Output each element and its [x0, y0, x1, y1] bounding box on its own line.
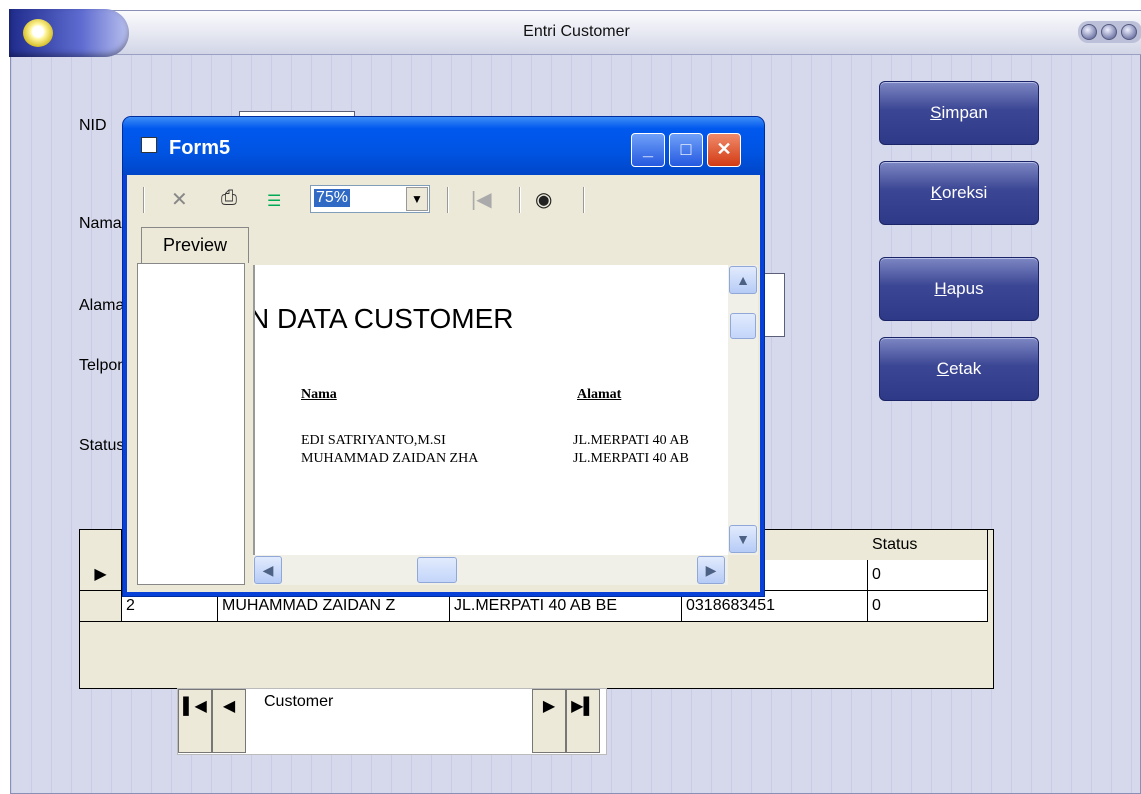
- minimize-icon[interactable]: [1081, 24, 1097, 40]
- scroll-up-icon[interactable]: ▲: [729, 266, 757, 294]
- tab-preview[interactable]: Preview: [141, 227, 249, 263]
- vertical-scrollbar[interactable]: ▲ ▼: [728, 265, 758, 555]
- toolbar-separator: [519, 187, 521, 213]
- zoom-value: 75%: [314, 189, 351, 207]
- last-record-button[interactable]: ▶▌: [566, 689, 600, 753]
- label-nid: NID: [79, 117, 107, 134]
- report-preview: N DATA CUSTOMER Nama Alamat EDI SATRIYAN…: [253, 265, 728, 555]
- report-header-nama: Nama: [301, 387, 337, 402]
- horizontal-scroll-thumb[interactable]: [417, 557, 457, 583]
- report-title: N DATA CUSTOMER: [253, 303, 514, 334]
- form5-title: Form5: [169, 137, 231, 159]
- chevron-down-icon[interactable]: ▼: [406, 187, 428, 211]
- scroll-right-icon[interactable]: ▶: [697, 556, 725, 584]
- label-status: Status: [79, 437, 125, 454]
- vertical-scroll-thumb[interactable]: [730, 313, 756, 339]
- scroll-left-icon[interactable]: ◀: [254, 556, 282, 584]
- grid-header-status[interactable]: Status: [868, 530, 988, 561]
- label-telpon: Telpon: [79, 357, 127, 374]
- report-cell-alamat: JL.MERPATI 40 AB: [573, 433, 689, 448]
- row-selector-icon[interactable]: ▶: [80, 560, 122, 591]
- system-menu-orb[interactable]: [9, 9, 129, 57]
- form5-window: Form5 _ □ ✕ ✕ ⎙ ☰ 75% ▼ |◀ ◉ Preview N D…: [123, 117, 764, 596]
- report-cell-alamat: JL.MERPATI 40 AB: [573, 451, 689, 466]
- toolbar-separator: [583, 187, 585, 213]
- record-navigator: ▌◀ ◀ Customer ▶ ▶▌: [177, 688, 607, 755]
- print-icon[interactable]: ⎙: [221, 187, 237, 210]
- label-nama: Nama: [79, 215, 122, 232]
- scroll-down-icon[interactable]: ▼: [729, 525, 757, 553]
- first-page-icon[interactable]: |◀: [471, 187, 492, 212]
- report-cell-nama: EDI SATRIYANTO,M.SI: [301, 433, 446, 448]
- group-tree-icon[interactable]: ☰: [267, 191, 281, 211]
- simpan-button[interactable]: Simpan: [879, 81, 1039, 145]
- koreksi-button[interactable]: Koreksi: [879, 161, 1039, 225]
- toolbar-separator: [447, 187, 449, 213]
- preview-toolbar: ✕ ⎙ ☰ 75% ▼ |◀ ◉: [127, 175, 760, 227]
- report-cell-nama: MUHAMMAD ZAIDAN ZHA: [301, 451, 479, 466]
- report-header-alamat: Alamat: [577, 387, 622, 402]
- close-icon[interactable]: [1121, 24, 1137, 40]
- maximize-button[interactable]: □: [669, 133, 703, 167]
- title-bar: Entri Customer: [11, 11, 1141, 55]
- close-button[interactable]: ✕: [707, 133, 741, 167]
- next-record-button[interactable]: ▶: [532, 689, 566, 753]
- window-title: Entri Customer: [523, 23, 630, 40]
- toolbar-separator: [143, 187, 145, 213]
- row-selector[interactable]: [80, 591, 122, 622]
- window-controls[interactable]: [1078, 21, 1141, 43]
- horizontal-scrollbar[interactable]: ◀ ▶: [253, 555, 728, 585]
- navigator-caption: Customer: [264, 693, 334, 710]
- prev-record-button[interactable]: ◀: [212, 689, 246, 753]
- minimize-button[interactable]: _: [631, 133, 665, 167]
- form5-title-bar[interactable]: Form5 _ □ ✕: [123, 117, 764, 175]
- search-icon[interactable]: ◉: [535, 187, 552, 212]
- maximize-icon[interactable]: [1101, 24, 1117, 40]
- grid-corner: [80, 530, 122, 561]
- sun-icon: [23, 19, 53, 47]
- first-record-button[interactable]: ▌◀: [178, 689, 212, 753]
- desktop: Entri Customer NID Nama Alamat Telpon St…: [0, 0, 1141, 794]
- form-icon: [141, 137, 157, 153]
- cell-status[interactable]: 0: [868, 591, 988, 622]
- zoom-select[interactable]: 75% ▼: [310, 185, 430, 213]
- cell-status[interactable]: 0: [868, 560, 988, 591]
- group-tree-pane: [137, 263, 245, 585]
- cetak-button[interactable]: Cetak: [879, 337, 1039, 401]
- close-report-icon[interactable]: ✕: [171, 187, 188, 212]
- hapus-button[interactable]: Hapus: [879, 257, 1039, 321]
- label-alamat: Alamat: [79, 297, 129, 314]
